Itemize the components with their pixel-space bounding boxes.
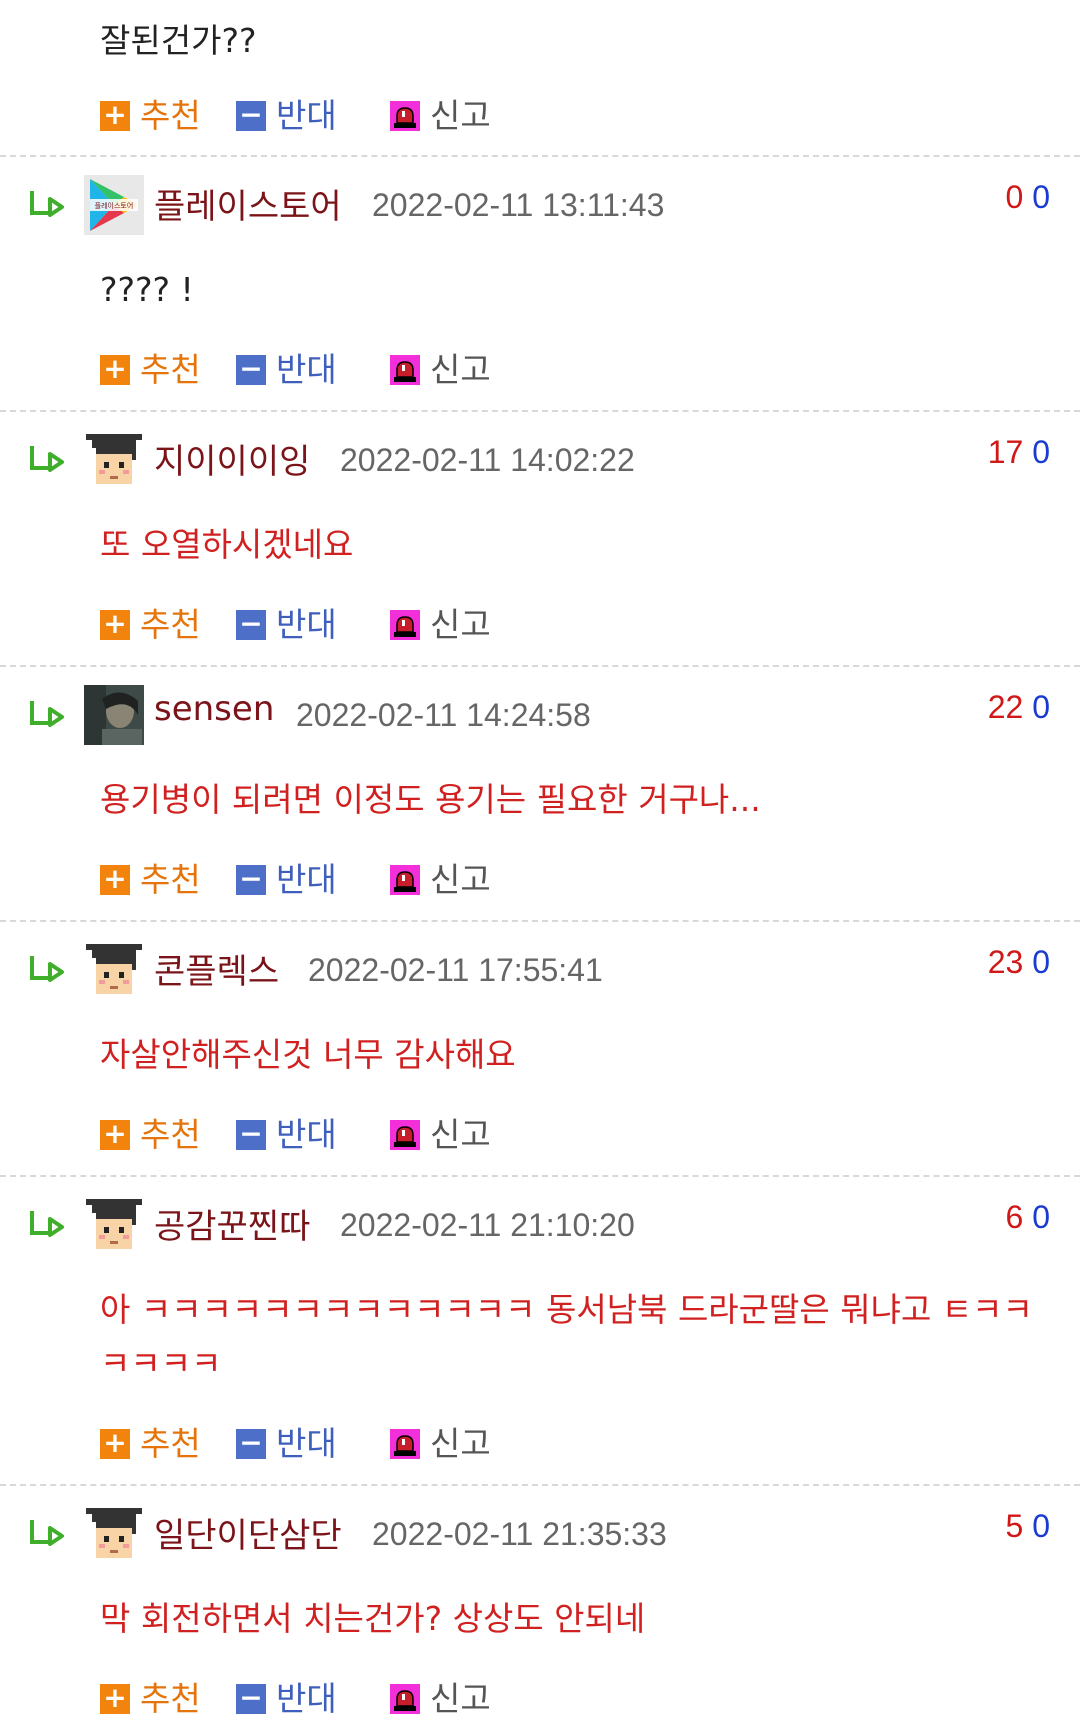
comment-date: 2022-02-11 21:35:33 <box>372 1516 667 1552</box>
comment-list-page: 잘된건가?? + 추천 − 반대 신고 플레이스토어 2022-02-11 13:1… <box>0 0 1080 1718</box>
upvote-count: 6 <box>1005 1199 1024 1235</box>
vote-counts: 0 0 <box>1006 179 1050 216</box>
minus-icon: − <box>236 355 266 385</box>
comment-nickname[interactable]: 일단이단삼단 <box>154 1508 342 1557</box>
downvote-count: 0 <box>1032 689 1050 725</box>
comment-item: 지이이이잉 2022-02-11 14:02:22 17 0 또 오열하시겠네요… <box>0 412 1080 667</box>
comment-text: 잘된건가?? <box>100 21 257 60</box>
comment-item: 플레이스토어 2022-02-11 13:11:43 0 0 ???? ! + 추… <box>0 157 1080 412</box>
comment-nickname[interactable]: 지이이이잉 <box>154 434 310 483</box>
comment-item: 일단이단삼단 2022-02-11 21:35:33 5 0 막 회전하면서 치… <box>0 1486 1080 1718</box>
downvote-count: 0 <box>1032 179 1050 215</box>
plus-icon: + <box>100 865 130 895</box>
reply-arrow-icon <box>26 187 68 223</box>
plus-icon: + <box>100 610 130 640</box>
comment-text: 용기병이 되려면 이정도 용기는 필요한 거구나... <box>100 780 761 819</box>
upvote-count: 22 <box>987 689 1024 725</box>
upvote-count: 0 <box>1005 179 1024 215</box>
siren-icon <box>390 610 420 640</box>
minus-icon: − <box>236 1684 266 1714</box>
play-store-icon <box>84 175 144 235</box>
downvote-count: 0 <box>1032 944 1050 980</box>
vote-counts: 5 0 <box>1006 1508 1050 1545</box>
comment-date: 2022-02-11 17:55:41 <box>308 952 603 988</box>
minus-icon: − <box>236 1429 266 1459</box>
comment-nickname[interactable]: sensen <box>154 689 274 729</box>
comment-nickname[interactable]: 플레이스토어 <box>154 179 342 228</box>
plus-icon: + <box>100 1120 130 1150</box>
comment-item: 콘플렉스 2022-02-11 17:55:41 23 0 자살안해주신것 너무… <box>0 922 1080 1177</box>
minus-icon: − <box>236 865 266 895</box>
comment-date: 2022-02-11 14:02:22 <box>340 442 635 478</box>
downvote-count: 0 <box>1032 1199 1050 1235</box>
comment-text: 자살안해주신것 너무 감사해요 <box>100 1035 516 1074</box>
reply-arrow-icon <box>26 1207 68 1243</box>
vote-counts: 23 0 <box>988 944 1050 981</box>
reply-arrow-icon <box>26 697 68 733</box>
upvote-count: 23 <box>987 944 1024 980</box>
graduate-avatar-icon <box>84 940 144 1000</box>
downvote-count: 0 <box>1032 434 1050 470</box>
minus-icon: − <box>236 101 266 131</box>
vote-counts: 17 0 <box>988 434 1050 471</box>
comment-nickname[interactable]: 콘플렉스 <box>154 944 279 993</box>
vote-counts: 6 0 <box>1006 1199 1050 1236</box>
reply-arrow-icon <box>26 1516 68 1552</box>
graduate-avatar-icon <box>84 1195 144 1255</box>
comment-date: 2022-02-11 14:24:58 <box>296 697 591 733</box>
plus-icon: + <box>100 355 130 385</box>
comment-item: sensen 2022-02-11 14:24:58 22 0 용기병이 되려면… <box>0 667 1080 922</box>
reply-arrow-icon <box>26 952 68 988</box>
plus-icon: + <box>100 101 130 131</box>
comment-date: 2022-02-11 21:10:20 <box>340 1207 635 1243</box>
siren-icon <box>390 1120 420 1150</box>
minus-icon: − <box>236 610 266 640</box>
graduate-avatar-icon <box>84 1504 144 1564</box>
comment-text: 아 ㅋㅋㅋㅋㅋㅋㅋㅋㅋㅋㅋㅋㅋ 동서남북 드라군딸은 뭐냐고 ㅌㅋㅋㅋㅋㅋㅋ <box>100 1290 1033 1383</box>
graduate-avatar-icon <box>84 430 144 490</box>
comment-text: ???? ! <box>100 270 194 309</box>
siren-icon <box>390 101 420 131</box>
comment-date: 2022-02-11 13:11:43 <box>372 187 665 223</box>
upvote-count: 5 <box>1005 1508 1024 1544</box>
comment-item: 공감꾼찐따 2022-02-11 21:10:20 6 0 아 ㅋㅋㅋㅋㅋㅋㅋㅋ… <box>0 1177 1080 1486</box>
reply-arrow-icon <box>26 442 68 478</box>
siren-icon <box>390 355 420 385</box>
plus-icon: + <box>100 1429 130 1459</box>
minus-icon: − <box>236 1120 266 1150</box>
comment-text: 또 오열하시겠네요 <box>100 525 354 564</box>
photo-avatar <box>84 685 144 745</box>
siren-icon <box>390 865 420 895</box>
previous-comment: 잘된건가?? + 추천 − 반대 신고 <box>0 0 1080 157</box>
vote-counts: 22 0 <box>988 689 1050 726</box>
siren-icon <box>390 1429 420 1459</box>
plus-icon: + <box>100 1684 130 1714</box>
comment-text: 막 회전하면서 치는건가? 상상도 안되네 <box>100 1599 646 1638</box>
comment-nickname[interactable]: 공감꾼찐따 <box>154 1199 310 1248</box>
siren-icon <box>390 1684 420 1714</box>
upvote-count: 17 <box>987 434 1024 470</box>
downvote-count: 0 <box>1032 1508 1050 1544</box>
